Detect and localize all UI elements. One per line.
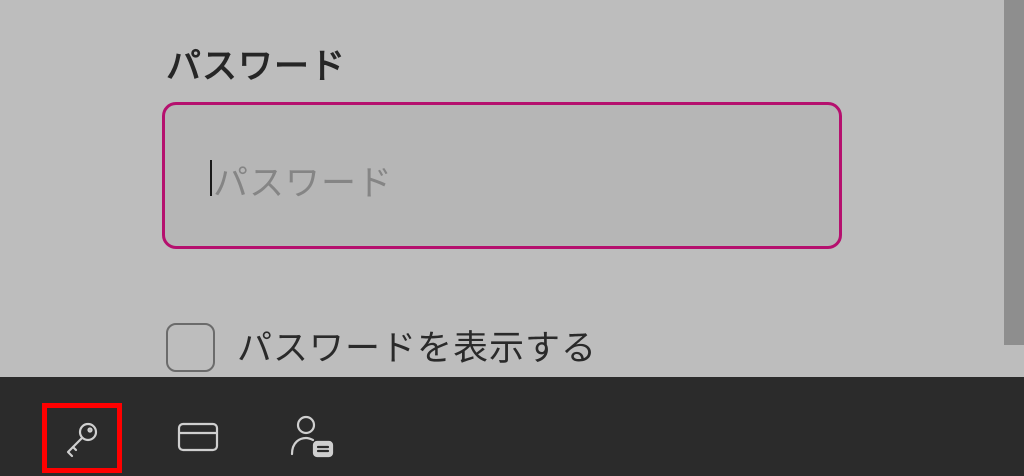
contact-card-icon xyxy=(290,415,334,458)
card-autofill-button[interactable] xyxy=(170,413,226,461)
scrollbar[interactable] xyxy=(1004,0,1024,345)
password-autofill-button[interactable] xyxy=(42,403,122,473)
password-field-label: パスワード xyxy=(166,47,347,87)
show-password-label: パスワードを表示する xyxy=(237,329,598,369)
login-page: パスワード パスワード パスワードを表示する xyxy=(0,0,1024,476)
key-icon xyxy=(66,422,98,458)
credit-card-icon xyxy=(177,422,219,452)
password-input[interactable]: パスワード xyxy=(162,102,842,249)
autofill-bar xyxy=(0,377,1024,476)
show-password-checkbox[interactable] xyxy=(166,323,215,372)
password-placeholder: パスワード xyxy=(213,164,394,204)
show-password-option[interactable]: パスワードを表示する xyxy=(166,323,597,372)
address-autofill-button[interactable] xyxy=(284,411,340,463)
text-caret xyxy=(210,160,212,196)
